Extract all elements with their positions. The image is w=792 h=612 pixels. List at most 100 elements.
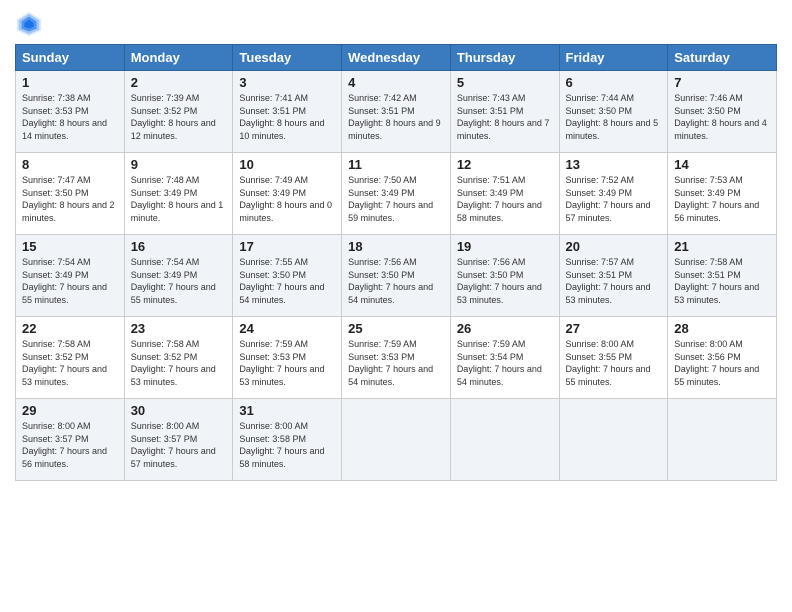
day-cell: 14 Sunrise: 7:53 AMSunset: 3:49 PMDayligh… bbox=[668, 153, 777, 235]
day-number: 30 bbox=[131, 403, 227, 418]
logo-icon bbox=[15, 10, 43, 38]
day-info: Sunrise: 8:00 AMSunset: 3:57 PMDaylight:… bbox=[22, 420, 118, 470]
day-info: Sunrise: 7:43 AMSunset: 3:51 PMDaylight:… bbox=[457, 92, 553, 142]
day-cell bbox=[559, 399, 668, 481]
day-number: 8 bbox=[22, 157, 118, 172]
day-cell: 30 Sunrise: 8:00 AMSunset: 3:57 PMDayligh… bbox=[124, 399, 233, 481]
logo bbox=[15, 10, 47, 38]
day-cell: 31 Sunrise: 8:00 AMSunset: 3:58 PMDayligh… bbox=[233, 399, 342, 481]
day-cell: 6Sunrise: 7:44 AMSunset: 3:50 PMDaylight… bbox=[559, 71, 668, 153]
day-info: Sunrise: 7:58 AMSunset: 3:51 PMDaylight:… bbox=[674, 256, 770, 306]
day-cell: 20Sunrise: 7:57 AMSunset: 3:51 PMDayligh… bbox=[559, 235, 668, 317]
day-number: 7 bbox=[674, 75, 770, 90]
day-cell bbox=[668, 399, 777, 481]
day-cell: 29 Sunrise: 8:00 AMSunset: 3:57 PMDayligh… bbox=[16, 399, 125, 481]
day-number: 21 bbox=[674, 239, 770, 254]
day-cell: 3 Sunrise: 7:41 AMSunset: 3:51 PMDaylight… bbox=[233, 71, 342, 153]
day-cell bbox=[450, 399, 559, 481]
day-info: Sunrise: 7:51 AMSunset: 3:49 PMDaylight:… bbox=[457, 174, 553, 224]
day-number: 6 bbox=[566, 75, 662, 90]
day-number: 1 bbox=[22, 75, 118, 90]
header-cell-tuesday: Tuesday bbox=[233, 45, 342, 71]
week-row-2: 8Sunrise: 7:47 AMSunset: 3:50 PMDaylight… bbox=[16, 153, 777, 235]
day-number: 3 bbox=[239, 75, 335, 90]
day-cell: 27 Sunrise: 8:00 AMSunset: 3:55 PMDayligh… bbox=[559, 317, 668, 399]
day-cell: 19Sunrise: 7:56 AMSunset: 3:50 PMDayligh… bbox=[450, 235, 559, 317]
day-cell: 23 Sunrise: 7:58 AMSunset: 3:52 PMDayligh… bbox=[124, 317, 233, 399]
header-cell-monday: Monday bbox=[124, 45, 233, 71]
day-cell: 10 Sunrise: 7:49 AMSunset: 3:49 PMDayligh… bbox=[233, 153, 342, 235]
day-cell: 28 Sunrise: 8:00 AMSunset: 3:56 PMDayligh… bbox=[668, 317, 777, 399]
day-info: Sunrise: 7:55 AMSunset: 3:50 PMDaylight:… bbox=[239, 256, 335, 306]
week-row-5: 29 Sunrise: 8:00 AMSunset: 3:57 PMDayligh… bbox=[16, 399, 777, 481]
page: SundayMondayTuesdayWednesdayThursdayFrid… bbox=[0, 0, 792, 612]
day-number: 29 bbox=[22, 403, 118, 418]
week-row-3: 15 Sunrise: 7:54 AMSunset: 3:49 PMDayligh… bbox=[16, 235, 777, 317]
header-cell-thursday: Thursday bbox=[450, 45, 559, 71]
day-cell: 13Sunrise: 7:52 AMSunset: 3:49 PMDayligh… bbox=[559, 153, 668, 235]
header-cell-friday: Friday bbox=[559, 45, 668, 71]
day-info: Sunrise: 7:54 AMSunset: 3:49 PMDaylight:… bbox=[22, 256, 118, 306]
day-cell: 9 Sunrise: 7:48 AMSunset: 3:49 PMDaylight… bbox=[124, 153, 233, 235]
day-info: Sunrise: 7:58 AMSunset: 3:52 PMDaylight:… bbox=[131, 338, 227, 388]
day-cell: 24 Sunrise: 7:59 AMSunset: 3:53 PMDayligh… bbox=[233, 317, 342, 399]
day-info: Sunrise: 7:58 AMSunset: 3:52 PMDaylight:… bbox=[22, 338, 118, 388]
day-info: Sunrise: 7:53 AMSunset: 3:49 PMDaylight:… bbox=[674, 174, 770, 224]
day-info: Sunrise: 8:00 AMSunset: 3:57 PMDaylight:… bbox=[131, 420, 227, 470]
day-number: 23 bbox=[131, 321, 227, 336]
day-info: Sunrise: 8:00 AMSunset: 3:55 PMDaylight:… bbox=[566, 338, 662, 388]
day-number: 31 bbox=[239, 403, 335, 418]
day-number: 27 bbox=[566, 321, 662, 336]
day-cell: 18 Sunrise: 7:56 AMSunset: 3:50 PMDayligh… bbox=[342, 235, 451, 317]
day-cell: 11Sunrise: 7:50 AMSunset: 3:49 PMDayligh… bbox=[342, 153, 451, 235]
day-cell: 17Sunrise: 7:55 AMSunset: 3:50 PMDayligh… bbox=[233, 235, 342, 317]
day-number: 24 bbox=[239, 321, 335, 336]
day-info: Sunrise: 7:56 AMSunset: 3:50 PMDaylight:… bbox=[457, 256, 553, 306]
calendar-table: SundayMondayTuesdayWednesdayThursdayFrid… bbox=[15, 44, 777, 481]
day-number: 26 bbox=[457, 321, 553, 336]
day-number: 12 bbox=[457, 157, 553, 172]
week-row-4: 22 Sunrise: 7:58 AMSunset: 3:52 PMDayligh… bbox=[16, 317, 777, 399]
day-number: 14 bbox=[674, 157, 770, 172]
day-info: Sunrise: 7:59 AMSunset: 3:53 PMDaylight:… bbox=[348, 338, 444, 388]
week-row-1: 1 Sunrise: 7:38 AMSunset: 3:53 PMDaylight… bbox=[16, 71, 777, 153]
day-info: Sunrise: 7:38 AMSunset: 3:53 PMDaylight:… bbox=[22, 92, 118, 142]
day-number: 25 bbox=[348, 321, 444, 336]
header-row: SundayMondayTuesdayWednesdayThursdayFrid… bbox=[16, 45, 777, 71]
day-info: Sunrise: 7:54 AMSunset: 3:49 PMDaylight:… bbox=[131, 256, 227, 306]
header-cell-saturday: Saturday bbox=[668, 45, 777, 71]
day-number: 15 bbox=[22, 239, 118, 254]
day-number: 16 bbox=[131, 239, 227, 254]
day-number: 13 bbox=[566, 157, 662, 172]
day-number: 28 bbox=[674, 321, 770, 336]
day-number: 10 bbox=[239, 157, 335, 172]
day-number: 20 bbox=[566, 239, 662, 254]
day-cell: 26 Sunrise: 7:59 AMSunset: 3:54 PMDayligh… bbox=[450, 317, 559, 399]
day-cell: 12 Sunrise: 7:51 AMSunset: 3:49 PMDayligh… bbox=[450, 153, 559, 235]
day-info: Sunrise: 7:56 AMSunset: 3:50 PMDaylight:… bbox=[348, 256, 444, 306]
day-number: 4 bbox=[348, 75, 444, 90]
day-number: 22 bbox=[22, 321, 118, 336]
day-cell: 5 Sunrise: 7:43 AMSunset: 3:51 PMDaylight… bbox=[450, 71, 559, 153]
day-cell: 2 Sunrise: 7:39 AMSunset: 3:52 PMDaylight… bbox=[124, 71, 233, 153]
day-info: Sunrise: 7:39 AMSunset: 3:52 PMDaylight:… bbox=[131, 92, 227, 142]
day-info: Sunrise: 7:42 AMSunset: 3:51 PMDaylight:… bbox=[348, 92, 444, 142]
day-info: Sunrise: 8:00 AMSunset: 3:56 PMDaylight:… bbox=[674, 338, 770, 388]
header-cell-sunday: Sunday bbox=[16, 45, 125, 71]
header bbox=[15, 10, 777, 38]
day-info: Sunrise: 7:59 AMSunset: 3:54 PMDaylight:… bbox=[457, 338, 553, 388]
day-cell: 16 Sunrise: 7:54 AMSunset: 3:49 PMDayligh… bbox=[124, 235, 233, 317]
day-info: Sunrise: 7:59 AMSunset: 3:53 PMDaylight:… bbox=[239, 338, 335, 388]
day-number: 9 bbox=[131, 157, 227, 172]
header-cell-wednesday: Wednesday bbox=[342, 45, 451, 71]
day-number: 18 bbox=[348, 239, 444, 254]
day-info: Sunrise: 7:48 AMSunset: 3:49 PMDaylight:… bbox=[131, 174, 227, 224]
day-cell: 7Sunrise: 7:46 AMSunset: 3:50 PMDaylight… bbox=[668, 71, 777, 153]
day-cell bbox=[342, 399, 451, 481]
day-number: 2 bbox=[131, 75, 227, 90]
day-info: Sunrise: 8:00 AMSunset: 3:58 PMDaylight:… bbox=[239, 420, 335, 470]
day-number: 5 bbox=[457, 75, 553, 90]
day-info: Sunrise: 7:49 AMSunset: 3:49 PMDaylight:… bbox=[239, 174, 335, 224]
day-info: Sunrise: 7:41 AMSunset: 3:51 PMDaylight:… bbox=[239, 92, 335, 142]
day-info: Sunrise: 7:50 AMSunset: 3:49 PMDaylight:… bbox=[348, 174, 444, 224]
